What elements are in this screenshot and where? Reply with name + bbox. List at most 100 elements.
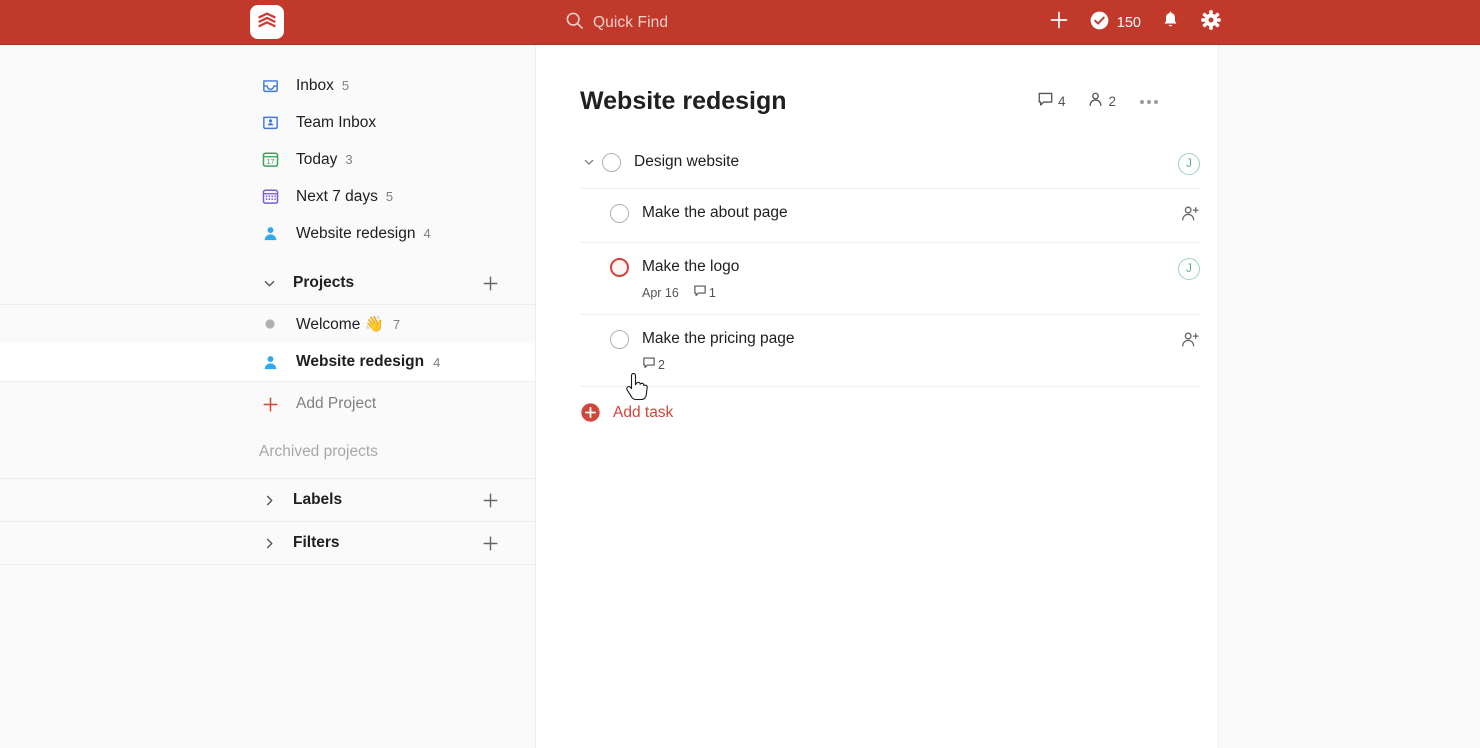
chevron-right-icon[interactable] [259,536,279,551]
task-body: Design website [634,152,1166,172]
divider [0,564,535,565]
task-row[interactable]: Design website J [580,138,1200,189]
plus-circle-icon [580,402,601,423]
chevron-right-icon[interactable] [259,493,279,508]
project-dot-icon [259,313,281,335]
notifications-button[interactable] [1160,10,1181,36]
add-task-button[interactable]: Add task [580,387,1200,423]
project-collaborator-count: 2 [1108,94,1116,109]
project-comment-count: 4 [1057,94,1066,109]
sidebar-item-next-7-days[interactable]: Next 7 days 5 [0,178,535,215]
karma-button[interactable]: 150 [1089,10,1141,36]
task-title: Design website [634,153,740,170]
assign-person-button[interactable] [1180,329,1200,355]
project-comments-button[interactable]: 4 [1037,91,1066,113]
task-body: Make the about page [642,203,1168,223]
page-title: Website redesign [580,87,787,115]
sidebar-item-team-inbox[interactable]: Team Inbox [0,104,535,141]
task-checkbox[interactable] [610,258,629,277]
sidebar-item-label: Today [296,150,338,168]
sidebar-project-website-redesign[interactable]: Website redesign 4 [0,343,535,381]
sidebar-project-label: Welcome 👋 [296,315,384,333]
settings-button[interactable] [1200,9,1222,36]
avatar: J [1178,153,1200,175]
add-task-label: Add task [613,403,674,421]
sidebar-item-count: 5 [341,78,350,93]
chevron-down-icon[interactable] [580,152,598,172]
sidebar-item-count: 3 [345,152,353,167]
task-checkbox[interactable] [602,153,621,172]
sidebar-project-count: 4 [433,354,441,370]
task-comment-count: 2 [658,357,665,372]
task-comment-count: 1 [708,285,716,300]
task-list: Design website J Make the about page Mak… [536,138,1218,423]
quick-find-search[interactable]: Quick Find [565,0,668,45]
comment-icon [1037,91,1054,113]
top-bar-actions: 150 [1048,0,1222,45]
calendar-week-icon [259,186,281,208]
chevron-down-icon[interactable] [259,276,279,291]
sidebar-item-label: Next 7 days [296,187,378,205]
task-comments-button[interactable]: 1 [693,284,716,301]
add-project-plus-icon[interactable] [481,274,500,293]
right-panel-area [1218,45,1480,748]
assign-person-button[interactable] [1180,203,1200,229]
task-meta: 2 [642,356,1168,373]
labels-section-title: Labels [293,491,343,508]
projects-section-header[interactable]: Projects [0,262,535,304]
archived-projects-label: Archived projects [259,443,378,460]
bell-icon [1160,10,1181,36]
add-project-label: Add Project [296,395,377,412]
add-filter-plus-icon[interactable] [481,534,500,553]
karma-count: 150 [1116,14,1141,31]
person-icon [259,351,281,373]
search-icon [565,11,584,35]
sidebar-item-inbox[interactable]: Inbox 5 [0,67,535,104]
task-assignee-avatar[interactable]: J [1178,257,1200,280]
task-checkbox[interactable] [610,330,629,349]
sidebar-item-label: Website redesign [296,224,416,242]
sidebar-item-count: 4 [423,226,431,241]
gear-icon [1200,9,1222,36]
quick-find-label: Quick Find [593,13,669,31]
sidebar-item-today[interactable]: 17 Today 3 [0,141,535,178]
add-label-plus-icon[interactable] [481,491,500,510]
task-body: Make the logo Apr 16 1 [642,257,1166,301]
calendar-today-icon: 17 [259,149,281,171]
comment-icon [693,284,707,301]
main-content: Website redesign 4 2 Design website J Ma… [536,45,1218,748]
filters-section-header[interactable]: Filters [0,522,535,564]
project-collaborators-button[interactable]: 2 [1087,91,1116,113]
task-body: Make the pricing page 2 [642,329,1168,373]
sidebar-project-welcome[interactable]: Welcome 👋 7 [0,305,535,343]
todoist-logo-icon[interactable] [250,5,284,39]
task-title: Make the about page [642,204,788,221]
top-bar: Quick Find 150 [0,0,1480,45]
task-assignee-avatar[interactable]: J [1178,152,1200,175]
sidebar-item-count: 5 [385,189,394,204]
project-header-actions: 4 2 [1037,91,1160,113]
task-row[interactable]: Make the pricing page 2 [580,315,1200,387]
project-header: Website redesign 4 2 [536,45,1218,116]
labels-section-header[interactable]: Labels [0,479,535,521]
add-project-button[interactable]: Add Project [0,382,535,426]
task-meta: Apr 16 1 [642,284,1166,301]
task-due-date[interactable]: Apr 16 [642,286,679,300]
inbox-icon [259,75,281,97]
add-task-quick-button[interactable] [1048,9,1070,36]
archived-projects-button[interactable]: Archived projects [0,426,535,478]
more-options-icon[interactable] [1138,94,1160,110]
task-checkbox[interactable] [610,204,629,223]
comment-icon [642,356,656,373]
task-comments-button[interactable]: 2 [642,356,665,373]
task-row[interactable]: Make the logo Apr 16 1 J [580,243,1200,315]
projects-section-title: Projects [293,274,355,291]
sidebar-item-website-redesign[interactable]: Website redesign 4 [0,215,535,252]
sidebar-project-label: Website redesign [296,353,425,370]
svg-text:17: 17 [266,159,274,166]
sidebar-item-label: Team Inbox [296,113,377,131]
check-circle-icon [1089,10,1110,36]
task-title: Make the logo [642,258,740,275]
task-row[interactable]: Make the about page [580,189,1200,243]
task-title: Make the pricing page [642,330,795,347]
